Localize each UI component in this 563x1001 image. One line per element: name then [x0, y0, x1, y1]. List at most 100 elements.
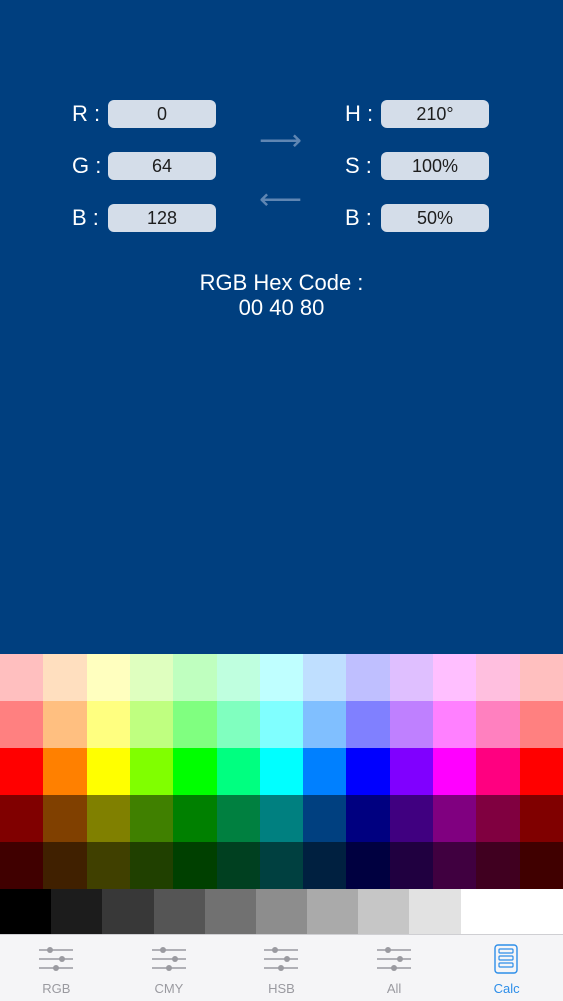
color-swatch[interactable]: [43, 795, 88, 842]
color-swatch[interactable]: [129, 748, 174, 795]
color-swatch[interactable]: [303, 701, 348, 748]
color-swatch[interactable]: [129, 795, 174, 842]
color-swatch[interactable]: [259, 654, 304, 701]
tab-calc[interactable]: Calc: [450, 935, 563, 1001]
color-swatch[interactable]: [433, 654, 477, 701]
color-swatch[interactable]: [476, 842, 521, 889]
color-swatch[interactable]: [519, 654, 563, 701]
color-swatch[interactable]: [0, 795, 44, 842]
b-field[interactable]: 128: [108, 204, 216, 232]
tab-rgb[interactable]: RGB: [0, 935, 113, 1001]
color-swatch[interactable]: [346, 795, 391, 842]
g-label: G :: [72, 153, 102, 178]
color-swatch[interactable]: [43, 701, 88, 748]
r-field[interactable]: 0: [108, 100, 216, 128]
b-label: B :: [72, 205, 99, 230]
gray-swatch[interactable]: [255, 889, 308, 935]
color-swatch[interactable]: [0, 701, 44, 748]
color-swatch[interactable]: [303, 795, 348, 842]
color-swatch[interactable]: [43, 842, 88, 889]
color-swatch[interactable]: [346, 842, 391, 889]
h-field[interactable]: 210°: [381, 100, 489, 128]
color-swatch[interactable]: [173, 748, 218, 795]
color-swatch[interactable]: [303, 748, 348, 795]
color-swatch[interactable]: [433, 748, 477, 795]
color-swatch[interactable]: [389, 701, 434, 748]
color-swatch[interactable]: [433, 795, 477, 842]
color-swatch[interactable]: [86, 654, 131, 701]
color-swatch[interactable]: [303, 842, 348, 889]
color-swatch[interactable]: [86, 842, 131, 889]
color-swatch[interactable]: [476, 701, 521, 748]
gray-swatch[interactable]: [307, 889, 359, 935]
color-swatch[interactable]: [0, 654, 44, 701]
color-swatch[interactable]: [433, 701, 477, 748]
color-swatch[interactable]: [259, 748, 304, 795]
gray-swatch[interactable]: [460, 889, 513, 935]
g-field[interactable]: 64: [108, 152, 216, 180]
gray-swatch[interactable]: [153, 889, 206, 935]
color-swatch[interactable]: [476, 795, 521, 842]
color-swatch[interactable]: [43, 654, 88, 701]
tab-cmy[interactable]: CMY: [113, 935, 226, 1001]
converter-panel: R : 0 G : 64 B : 128 ⟶ ⟵ H : 210° S : 10…: [0, 0, 563, 654]
s-field[interactable]: 100%: [381, 152, 489, 180]
gray-swatch[interactable]: [511, 889, 563, 935]
color-swatch[interactable]: [346, 654, 391, 701]
color-swatch[interactable]: [389, 748, 434, 795]
color-swatch[interactable]: [86, 701, 131, 748]
sliders-icon: [263, 944, 299, 972]
hsb-to-rgb-arrow-icon[interactable]: ⟵: [259, 185, 302, 215]
color-swatch[interactable]: [433, 842, 477, 889]
color-swatch[interactable]: [216, 748, 261, 795]
calculator-icon: [489, 944, 525, 974]
tab-all[interactable]: All: [338, 935, 451, 1001]
color-swatch[interactable]: [216, 654, 261, 701]
color-swatch[interactable]: [129, 654, 174, 701]
brightness-label: B :: [345, 205, 372, 230]
color-swatch[interactable]: [389, 654, 434, 701]
color-swatch[interactable]: [216, 795, 261, 842]
color-swatch[interactable]: [259, 795, 304, 842]
color-swatch[interactable]: [303, 654, 348, 701]
color-swatch[interactable]: [173, 795, 218, 842]
tab-label: CMY: [154, 981, 184, 996]
color-swatch[interactable]: [476, 654, 521, 701]
color-swatch[interactable]: [519, 748, 563, 795]
sliders-icon: [151, 944, 187, 972]
color-swatch[interactable]: [259, 701, 304, 748]
color-swatch[interactable]: [519, 701, 563, 748]
gray-swatch[interactable]: [204, 889, 257, 935]
color-swatch[interactable]: [173, 842, 218, 889]
color-swatch[interactable]: [519, 842, 563, 889]
color-swatch[interactable]: [346, 748, 391, 795]
color-swatch[interactable]: [173, 701, 218, 748]
color-swatch[interactable]: [129, 842, 174, 889]
brightness-field[interactable]: 50%: [381, 204, 489, 232]
color-swatch[interactable]: [476, 748, 521, 795]
color-swatch[interactable]: [86, 795, 131, 842]
color-swatch[interactable]: [346, 701, 391, 748]
tab-label: RGB: [42, 981, 71, 996]
color-swatch[interactable]: [216, 701, 261, 748]
color-swatch[interactable]: [0, 748, 44, 795]
gray-swatch[interactable]: [0, 889, 52, 935]
color-swatch[interactable]: [129, 701, 174, 748]
rgb-to-hsb-arrow-icon[interactable]: ⟶: [259, 126, 302, 156]
gray-swatch[interactable]: [102, 889, 155, 935]
color-swatch[interactable]: [519, 795, 563, 842]
color-swatch[interactable]: [216, 842, 261, 889]
color-swatch[interactable]: [259, 842, 304, 889]
color-swatch[interactable]: [86, 748, 131, 795]
color-swatch[interactable]: [173, 654, 218, 701]
gray-swatch[interactable]: [409, 889, 462, 935]
tab-hsb[interactable]: HSB: [225, 935, 338, 1001]
color-swatch[interactable]: [389, 795, 434, 842]
color-swatch[interactable]: [43, 748, 88, 795]
gray-swatch[interactable]: [51, 889, 103, 935]
hex-code-title: RGB Hex Code :: [199, 270, 364, 295]
tab-bar: RGB CMY HSB All Calc: [0, 934, 563, 1001]
color-swatch[interactable]: [389, 842, 434, 889]
gray-swatch[interactable]: [358, 889, 411, 935]
color-swatch[interactable]: [0, 842, 44, 889]
